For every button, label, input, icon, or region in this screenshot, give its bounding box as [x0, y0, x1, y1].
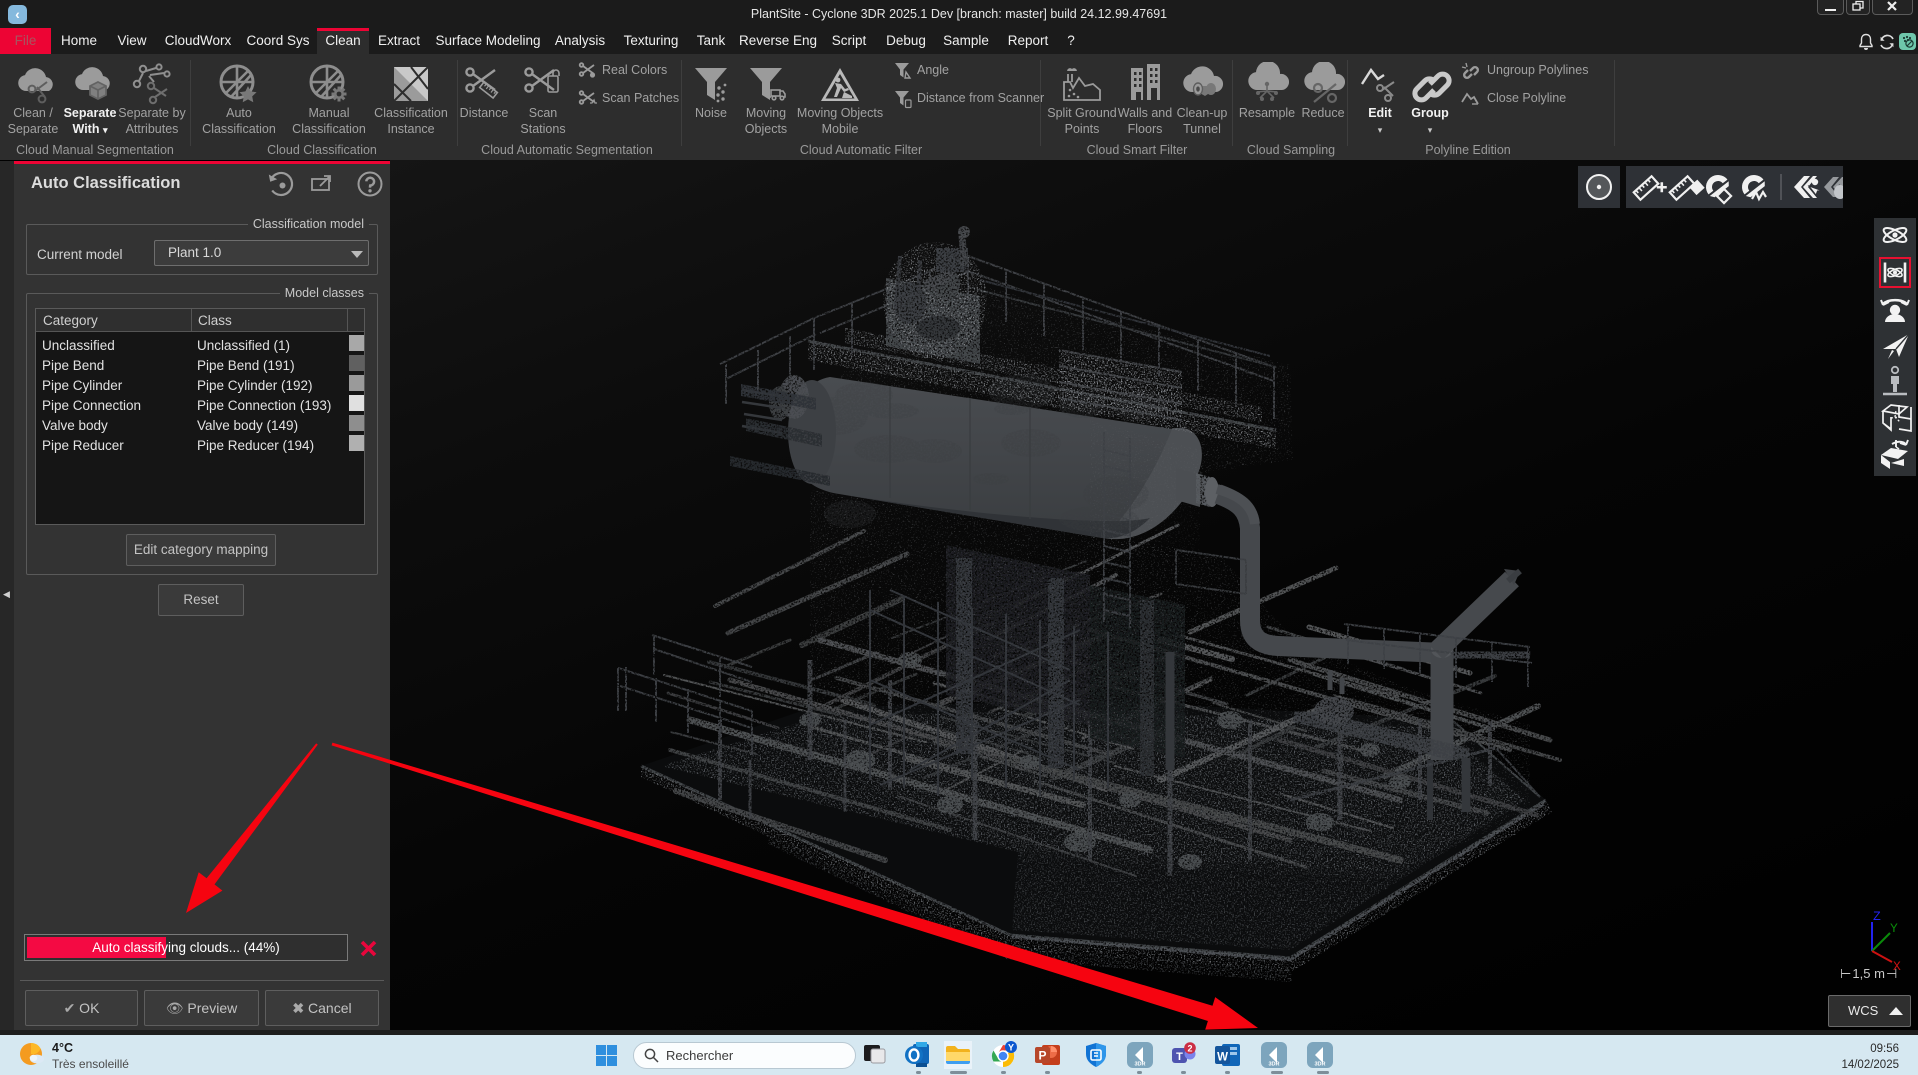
- svg-text:2: 2: [1187, 1044, 1192, 1054]
- svg-text:P: P: [1038, 1049, 1046, 1063]
- svg-text:3DR: 3DR: [1268, 1062, 1279, 1068]
- svg-text:3DR: 3DR: [1134, 1062, 1145, 1068]
- svg-text:3DR: 3DR: [1314, 1062, 1325, 1068]
- svg-text:T: T: [1176, 1051, 1183, 1063]
- svg-text:W: W: [1217, 1052, 1228, 1064]
- svg-text:Y: Y: [1008, 1042, 1014, 1052]
